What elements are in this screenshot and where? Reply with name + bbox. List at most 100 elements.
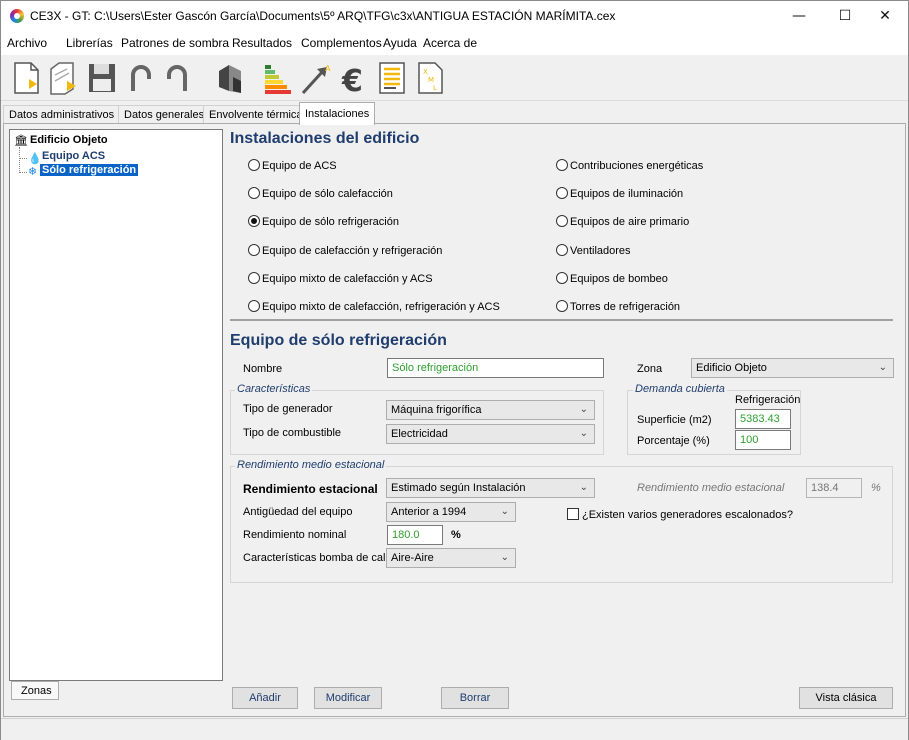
menu-librerias[interactable]: Librerías (66, 36, 113, 50)
open-file-icon[interactable] (45, 59, 83, 97)
radio-circle (556, 300, 568, 312)
multi-generator-checkbox[interactable]: ¿Existen varios generadores escalonados? (567, 508, 793, 521)
menu-complementos[interactable]: Complementos (301, 36, 382, 50)
euro-icon[interactable]: € (335, 59, 373, 99)
percent-input[interactable]: 100 (735, 430, 791, 450)
radio-label: Contribuciones energéticas (570, 160, 704, 172)
seasonal-select[interactable]: Estimado según Instalación ⌄ (386, 478, 595, 498)
tree-connector (19, 147, 20, 173)
chevron-down-icon: ⌄ (579, 404, 588, 415)
radio-label: Equipo de sólo calefacción (262, 188, 393, 200)
building-tree[interactable]: 🏛 Edificio Objeto 💧 Equipo ACS ❄ Sólo re… (9, 129, 223, 681)
radio-equipo-acs[interactable]: Equipo de ACS (248, 159, 337, 173)
section-divider (230, 319, 893, 321)
generator-select[interactable]: Máquina frigorífica ⌄ (386, 400, 595, 420)
radio-equipos-iluminacion[interactable]: Equipos de iluminación (556, 187, 683, 201)
menu-archivo[interactable]: Archivo (7, 36, 47, 50)
delete-button[interactable]: Borrar (441, 687, 509, 709)
close-button[interactable]: ✕ (862, 1, 908, 31)
tree-item-equipo-acs[interactable]: Equipo ACS (42, 150, 105, 162)
svg-text:X: X (423, 68, 428, 76)
classic-view-button[interactable]: Vista clásica (799, 687, 893, 709)
radio-contribuciones-energeticas[interactable]: Contribuciones energéticas (556, 159, 703, 173)
nominal-input[interactable]: 180.0 (387, 525, 443, 545)
xml-export-icon[interactable]: XML (411, 59, 449, 97)
radio-circle (248, 300, 260, 312)
improvement-measures-icon[interactable]: A (297, 59, 335, 97)
minimize-button[interactable]: — (776, 1, 822, 31)
energy-rating-icon[interactable] (259, 59, 297, 97)
radio-circle (556, 272, 568, 284)
undo-icon[interactable] (121, 59, 159, 97)
radio-mixto-calefaccion-refrigeracion-acs[interactable]: Equipo mixto de calefacción, refrigeraci… (248, 300, 500, 314)
demand-title: Demanda cubierta (633, 383, 727, 395)
application-window: CE3X - GT: C:\Users\Ester Gascón García\… (0, 0, 909, 740)
menu-ayuda[interactable]: Ayuda (383, 36, 417, 50)
radio-torres-refrigeracion[interactable]: Torres de refrigeración (556, 300, 680, 314)
tab-envolvente-termica[interactable]: Envolvente térmica (203, 105, 309, 124)
name-input[interactable]: Sólo refrigeración (387, 358, 604, 378)
report-icon[interactable] (373, 59, 411, 97)
age-label: Antigüedad del equipo (243, 506, 353, 518)
percent-label: Porcentaje (%) (637, 435, 710, 447)
tab-datos-administrativos[interactable]: Datos administrativos (3, 105, 121, 124)
svg-text:A: A (325, 64, 331, 73)
avg-performance-unit: % (871, 482, 881, 494)
chevron-down-icon: ⌄ (579, 428, 588, 439)
svg-text:L: L (433, 84, 437, 92)
radio-mixto-calefaccion-acs[interactable]: Equipo mixto de calefacción y ACS (248, 272, 433, 286)
redo-icon[interactable] (159, 59, 197, 97)
window-title: CE3X - GT: C:\Users\Ester Gascón García\… (30, 9, 616, 23)
heatpump-select[interactable]: Aire-Aire ⌄ (386, 548, 516, 568)
new-file-icon[interactable] (7, 59, 45, 97)
tree-connector (19, 158, 27, 159)
tree-item-solo-refrigeracion[interactable]: Sólo refrigeración (40, 164, 139, 176)
radio-solo-calefaccion[interactable]: Equipo de sólo calefacción (248, 187, 393, 201)
radio-circle (556, 159, 568, 171)
radio-equipos-bombeo[interactable]: Equipos de bombeo (556, 272, 668, 286)
radio-circle (248, 272, 260, 284)
checkbox-label: ¿Existen varios generadores escalonados? (582, 509, 793, 521)
status-bar (1, 718, 908, 740)
menu-resultados[interactable]: Resultados (232, 36, 292, 50)
seasonal-select-value: Estimado según Instalación (391, 482, 526, 494)
radio-label: Equipos de aire primario (570, 216, 690, 228)
menu-patrones-sombra[interactable]: Patrones de sombra (121, 36, 229, 50)
add-button[interactable]: Añadir (232, 687, 298, 709)
zone-select-value: Edificio Objeto (696, 362, 767, 374)
radio-circle (556, 215, 568, 227)
save-icon[interactable] (83, 59, 121, 97)
building-tree-icon: 🏛 (14, 135, 28, 147)
app-logo-icon (10, 9, 24, 23)
radio-solo-refrigeracion[interactable]: Equipo de sólo refrigeración (248, 215, 399, 229)
nominal-unit: % (451, 529, 461, 541)
radio-label: Equipos de bombeo (570, 273, 668, 285)
radio-calefaccion-refrigeracion[interactable]: Equipo de calefacción y refrigeración (248, 244, 442, 258)
radio-label: Ventiladores (570, 245, 631, 257)
building-icon[interactable] (211, 59, 249, 97)
chevron-down-icon: ⌄ (500, 552, 509, 563)
characteristics-title: Características (235, 383, 313, 395)
toolbar: A € XML (1, 55, 908, 101)
tree-connector (19, 172, 27, 173)
tab-datos-generales[interactable]: Datos generales (118, 105, 211, 124)
menu-acerca-de[interactable]: Acerca de (423, 36, 477, 50)
radio-label: Equipo mixto de calefacción, refrigeraci… (262, 301, 500, 313)
modify-button[interactable]: Modificar (314, 687, 382, 709)
performance-title: Rendimiento medio estacional (235, 459, 387, 471)
radio-circle (248, 215, 260, 227)
surface-input[interactable]: 5383.43 (735, 409, 791, 429)
age-select[interactable]: Anterior a 1994 ⌄ (386, 502, 516, 522)
fuel-select[interactable]: Electricidad ⌄ (386, 424, 595, 444)
chevron-down-icon: ⌄ (500, 506, 509, 517)
radio-label: Torres de refrigeración (570, 301, 681, 313)
tree-root-edificio[interactable]: Edificio Objeto (30, 134, 108, 146)
radio-equipos-aire-primario[interactable]: Equipos de aire primario (556, 215, 689, 229)
age-select-value: Anterior a 1994 (391, 506, 467, 518)
tab-zonas[interactable]: Zonas (11, 681, 59, 700)
avg-performance-input: 138.4 (806, 478, 862, 498)
zone-select[interactable]: Edificio Objeto ⌄ (691, 358, 894, 378)
radio-label: Equipo mixto de calefacción y ACS (262, 273, 433, 285)
radio-ventiladores[interactable]: Ventiladores (556, 244, 631, 258)
tab-instalaciones[interactable]: Instalaciones (299, 102, 376, 125)
